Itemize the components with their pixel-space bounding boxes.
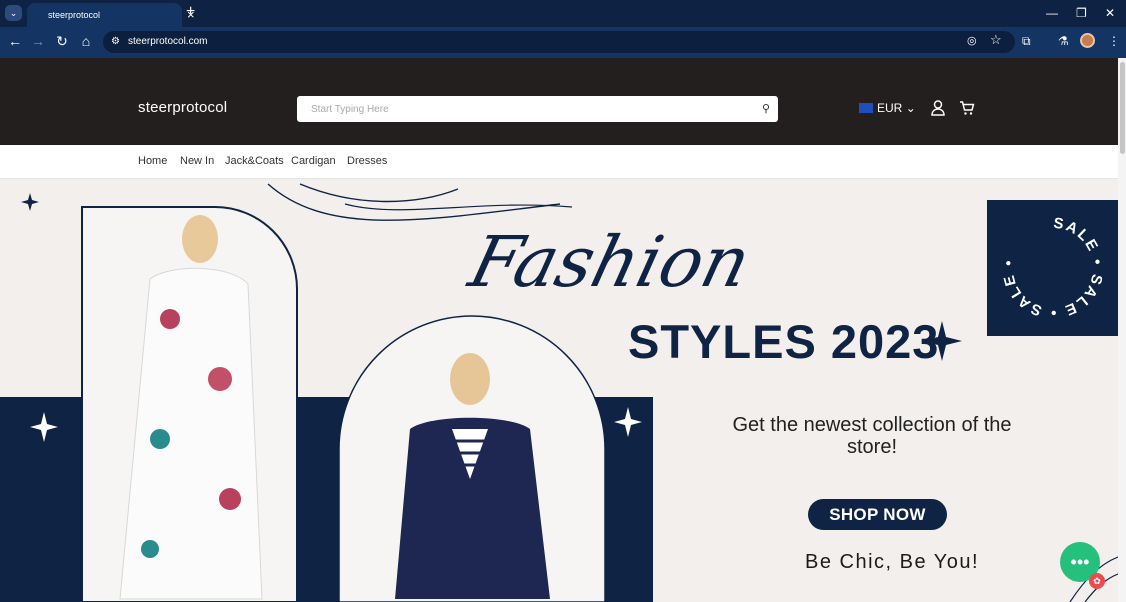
currency-selector[interactable]: EUR ⌄	[859, 101, 916, 115]
hero-subtitle: Get the newest collection of the store!	[732, 414, 1012, 458]
sale-badge: SALE • SALE • SALE •	[987, 200, 1118, 336]
site-logo[interactable]: steerprotocol	[138, 99, 227, 116]
site-info-icon[interactable]: ⚙	[111, 34, 120, 50]
hero-banner: SALE • SALE • SALE • Fashion STYLES 2023…	[0, 179, 1118, 602]
svg-text:SALE • SALE • SALE •: SALE • SALE • SALE •	[1000, 215, 1106, 321]
swirl-line	[267, 183, 561, 221]
account-icon[interactable]	[931, 100, 945, 120]
nav-cardigan[interactable]: Cardigan	[291, 155, 336, 167]
bookmark-star-icon[interactable]: ☆	[990, 32, 1002, 48]
url-text: steerprotocol.com	[128, 36, 208, 47]
styles-title: STYLES 2023	[628, 315, 940, 368]
browser-tab[interactable]: steerprotocol ×	[27, 3, 195, 27]
sale-text: SALE • SALE • SALE •	[1000, 215, 1104, 321]
forward-icon[interactable]: →	[29, 32, 47, 50]
cart-icon[interactable]	[959, 100, 975, 120]
search-icon[interactable]: ⚲	[762, 102, 770, 115]
swirl-line	[299, 183, 459, 203]
hero-tagline: Be Chic, Be You!	[805, 551, 980, 573]
shop-now-button[interactable]: SHOP NOW	[808, 499, 947, 530]
close-window-icon[interactable]: ✕	[1105, 4, 1115, 22]
restore-icon[interactable]: ❐	[1076, 4, 1087, 22]
minimize-icon[interactable]: —	[1046, 4, 1058, 22]
labs-flask-icon[interactable]: ⚗	[1058, 32, 1069, 50]
notification-badge-icon: ✿	[1089, 573, 1105, 589]
nav-new-in[interactable]: New In	[180, 155, 214, 167]
tab-title: steerprotocol	[48, 10, 101, 20]
tab-search-button[interactable]: ⌄	[5, 5, 22, 21]
profile-avatar[interactable]	[1080, 33, 1095, 48]
scrollbar-thumb[interactable]	[1120, 62, 1125, 154]
chevron-down-icon: ⌄	[905, 101, 916, 115]
address-bar[interactable]: ⚙ steerprotocol.com ◎ ☆	[103, 31, 1015, 53]
nav-dresses[interactable]: Dresses	[347, 155, 387, 167]
home-icon[interactable]: ⌂	[77, 32, 95, 50]
new-tab-button[interactable]: +	[186, 2, 195, 22]
extensions-icon[interactable]: ⧉	[1022, 32, 1031, 50]
reload-icon[interactable]: ↻	[53, 32, 71, 50]
back-icon[interactable]: ←	[6, 32, 24, 50]
eye-off-icon[interactable]: ◎	[967, 34, 977, 47]
nav-jack-coats[interactable]: Jack&Coats	[225, 155, 284, 167]
browser-tab-strip: ⌄ steerprotocol × + — ❐ ✕	[0, 0, 1126, 27]
eu-flag-icon	[859, 103, 873, 113]
sparkle-icon	[21, 193, 39, 211]
nav-home[interactable]: Home	[138, 155, 167, 167]
site-header: steerprotocol ⚲ EUR ⌄	[0, 58, 1118, 145]
menu-icon[interactable]: ⋮	[1108, 32, 1120, 50]
search-input[interactable]	[297, 96, 778, 122]
fashion-script-title: Fashion	[461, 221, 759, 303]
currency-label: EUR	[877, 101, 903, 115]
main-nav: Home New In Jack&Coats Cardigan Dresses	[0, 145, 1118, 179]
browser-toolbar: ← → ↻ ⌂ ⚙ steerprotocol.com ◎ ☆ ⧉ ⚗ ⋮	[0, 27, 1126, 58]
